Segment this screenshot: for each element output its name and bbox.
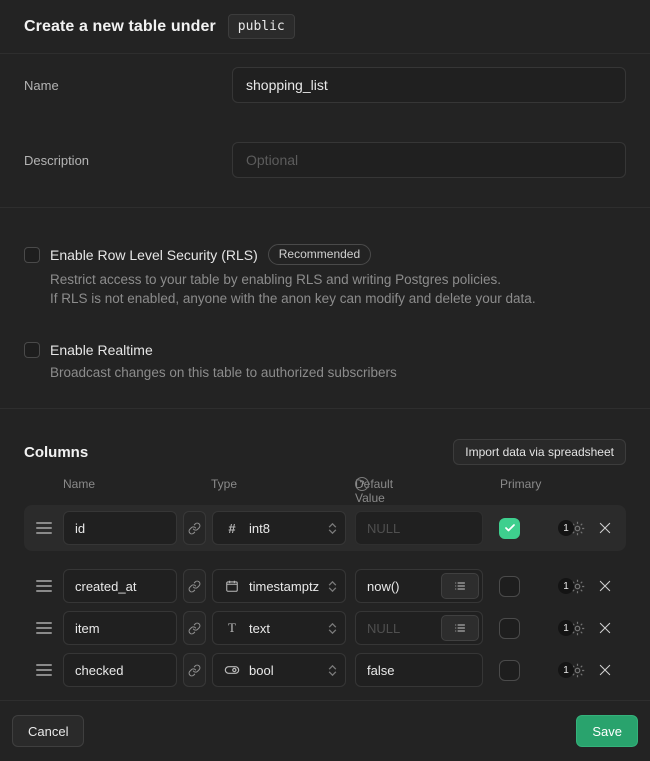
default-suggestions-icon[interactable]	[441, 573, 479, 599]
save-button[interactable]: Save	[576, 715, 638, 747]
column-type-select[interactable]: T text	[212, 611, 346, 645]
page-title: Create a new table under	[24, 18, 216, 36]
foreign-key-link-icon[interactable]	[183, 611, 206, 645]
column-name-input[interactable]	[63, 611, 177, 645]
foreign-key-link-icon[interactable]	[183, 653, 206, 687]
general-section: Name Description	[0, 54, 650, 208]
description-row: Description	[24, 142, 626, 178]
chevron-updown-icon	[328, 623, 337, 634]
foreign-key-link-icon[interactable]	[183, 511, 206, 545]
drag-handle-icon[interactable]	[36, 580, 52, 592]
foreign-key-link-icon[interactable]	[183, 569, 206, 603]
column-type-select[interactable]: bool	[212, 653, 346, 687]
create-table-panel: Create a new table under public Name Des…	[0, 0, 650, 761]
cancel-button[interactable]: Cancel	[12, 715, 84, 747]
table-name-input[interactable]	[232, 67, 626, 103]
realtime-checkbox[interactable]	[24, 342, 40, 358]
settings-count-badge: 1	[558, 578, 574, 594]
column-default-input	[355, 511, 483, 545]
recommended-badge: Recommended	[268, 244, 371, 265]
column-name-input[interactable]	[63, 511, 177, 545]
settings-count-badge: 1	[558, 520, 574, 536]
drag-handle-icon[interactable]	[36, 664, 52, 676]
columns-title: Columns	[24, 444, 88, 461]
chevron-updown-icon	[328, 581, 337, 592]
remove-column-icon[interactable]	[598, 663, 612, 677]
name-row: Name	[24, 67, 626, 103]
columns-header-row: Name Type Default Value ? Primary	[24, 477, 626, 493]
primary-key-checkbox[interactable]	[499, 576, 520, 597]
column-type-select[interactable]: # int8	[212, 511, 346, 545]
column-row-checked: bool 1	[24, 653, 626, 687]
column-name-input[interactable]	[63, 653, 177, 687]
column-header-type: Type	[211, 477, 237, 491]
schema-badge: public	[228, 14, 295, 39]
realtime-label: Enable Realtime	[50, 342, 153, 358]
columns-section: Columns Import data via spreadsheet Name…	[0, 409, 650, 700]
remove-column-icon[interactable]	[598, 579, 612, 593]
rls-block: Enable Row Level Security (RLS) Recommen…	[24, 244, 626, 308]
drag-handle-icon[interactable]	[36, 522, 52, 534]
table-description-input[interactable]	[232, 142, 626, 178]
import-spreadsheet-button[interactable]: Import data via spreadsheet	[453, 439, 626, 465]
panel-header: Create a new table under public	[0, 0, 650, 54]
panel-footer: Cancel Save	[0, 700, 650, 761]
column-name-input[interactable]	[63, 569, 177, 603]
chevron-updown-icon	[328, 665, 337, 676]
primary-key-checkbox[interactable]	[499, 518, 520, 539]
rls-checkbox[interactable]	[24, 247, 40, 263]
hash-icon: #	[223, 521, 241, 536]
text-icon: T	[223, 620, 241, 636]
settings-count-badge: 1	[558, 620, 574, 636]
chevron-updown-icon	[328, 523, 337, 534]
realtime-block: Enable Realtime Broadcast changes on thi…	[24, 342, 626, 382]
column-default-input[interactable]	[355, 653, 483, 687]
check-icon	[504, 522, 516, 534]
name-label: Name	[24, 78, 232, 93]
default-suggestions-icon[interactable]	[441, 615, 479, 641]
rls-label: Enable Row Level Security (RLS)	[50, 247, 258, 263]
rls-description-line2: If RLS is not enabled, anyone with the a…	[50, 289, 626, 308]
column-type-select[interactable]: timestamptz	[212, 569, 346, 603]
realtime-description: Broadcast changes on this table to autho…	[50, 363, 626, 382]
rls-description-line1: Restrict access to your table by enablin…	[50, 270, 626, 289]
column-row-created-at: timestamptz 1	[24, 569, 626, 603]
remove-column-icon[interactable]	[598, 621, 612, 635]
column-header-name: Name	[63, 477, 95, 491]
remove-column-icon[interactable]	[598, 521, 612, 535]
settings-count-badge: 1	[558, 662, 574, 678]
column-header-primary: Primary	[500, 477, 541, 491]
drag-handle-icon[interactable]	[36, 622, 52, 634]
primary-key-checkbox[interactable]	[499, 660, 520, 681]
toggle-icon	[223, 662, 241, 678]
column-row-item: T text 1	[24, 611, 626, 645]
column-row-id: # int8 1	[24, 505, 626, 551]
primary-key-checkbox[interactable]	[499, 618, 520, 639]
description-label: Description	[24, 153, 232, 168]
options-section: Enable Row Level Security (RLS) Recommen…	[0, 208, 650, 409]
calendar-icon	[223, 579, 241, 593]
help-icon[interactable]: ?	[355, 477, 369, 491]
